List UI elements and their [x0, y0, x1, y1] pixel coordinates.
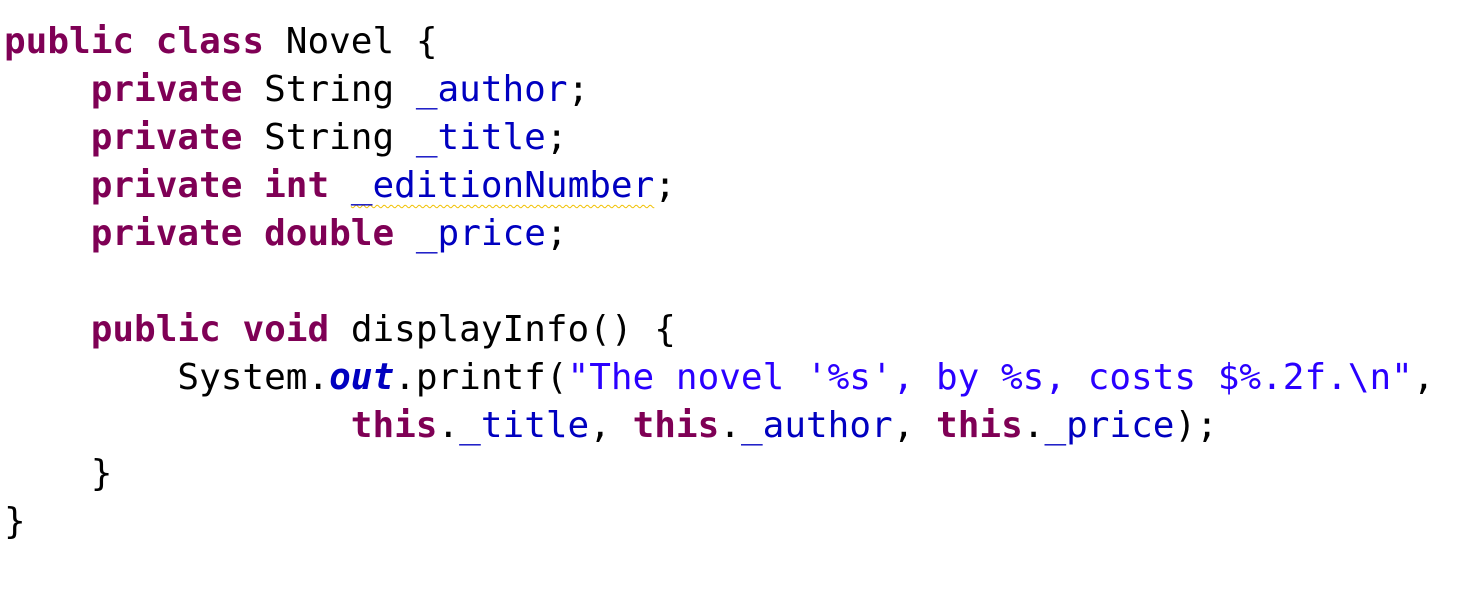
- code-token-plain: ;: [545, 117, 568, 158]
- code-token-plain: ;: [545, 213, 568, 254]
- code-token-keyword: this: [350, 405, 438, 446]
- code-token-field: _title: [415, 117, 546, 158]
- code-token-field: _title: [459, 405, 590, 446]
- code-token-field: _price: [415, 213, 546, 254]
- code-token-plain: String: [242, 117, 416, 158]
- code-token-field: _editionNumber: [350, 165, 655, 206]
- code-line: this._title, this._author, this._price);: [4, 402, 1475, 450]
- code-line: private double _price;: [4, 210, 1475, 258]
- code-token-field: _price: [1044, 405, 1175, 446]
- code-token-keyword: private: [90, 69, 243, 110]
- code-token-plain: .: [719, 405, 741, 446]
- code-token-string: "The novel '%s', by %s, costs $%.2f.\n": [567, 357, 1413, 398]
- code-token-keyword: double: [264, 213, 395, 254]
- code-token-static-field: out: [329, 357, 395, 398]
- code-token-plain: displayInfo() {: [329, 309, 676, 350]
- code-token-plain: ,: [892, 405, 937, 446]
- code-token-field: _author: [415, 69, 568, 110]
- code-editor[interactable]: public class Novel { private String _aut…: [4, 18, 1475, 578]
- code-line: }: [4, 498, 1475, 546]
- code-token-plain: .printf(: [394, 357, 568, 398]
- code-token-plain: String: [242, 69, 416, 110]
- code-token-plain: );: [1174, 405, 1218, 446]
- code-token-keyword: this: [632, 405, 720, 446]
- code-token-keyword: class: [155, 21, 265, 62]
- code-token-plain: ;: [654, 165, 676, 206]
- code-line: public class Novel {: [4, 18, 1475, 66]
- code-token-keyword: int: [264, 165, 330, 206]
- code-token-plain: .: [437, 405, 460, 446]
- code-line: private String _title;: [4, 114, 1475, 162]
- code-token-keyword: this: [936, 405, 1023, 446]
- code-token-plain: }: [4, 501, 26, 542]
- code-token-plain: .: [1022, 405, 1045, 446]
- code-token-plain: ,: [589, 405, 633, 446]
- code-token-keyword: public: [4, 21, 135, 62]
- code-token-plain: Novel {: [264, 21, 438, 62]
- code-token-plain: ,: [1412, 357, 1435, 398]
- code-token-keyword: public: [90, 309, 221, 350]
- code-token-plain: }: [4, 453, 113, 494]
- code-line: private String _author;: [4, 66, 1475, 114]
- code-line: }: [4, 450, 1475, 498]
- code-line: System.out.printf("The novel '%s', by %s…: [4, 354, 1475, 402]
- code-line: private int _editionNumber;: [4, 162, 1475, 210]
- code-token-keyword: private: [90, 165, 243, 206]
- code-token-plain: ;: [567, 69, 590, 110]
- code-token-keyword: void: [242, 309, 330, 350]
- code-token-keyword: private: [90, 117, 243, 158]
- code-token-keyword: private: [90, 213, 243, 254]
- code-token-plain: System.: [4, 357, 330, 398]
- code-token-field: _author: [740, 405, 893, 446]
- code-line: public void displayInfo() {: [4, 306, 1475, 354]
